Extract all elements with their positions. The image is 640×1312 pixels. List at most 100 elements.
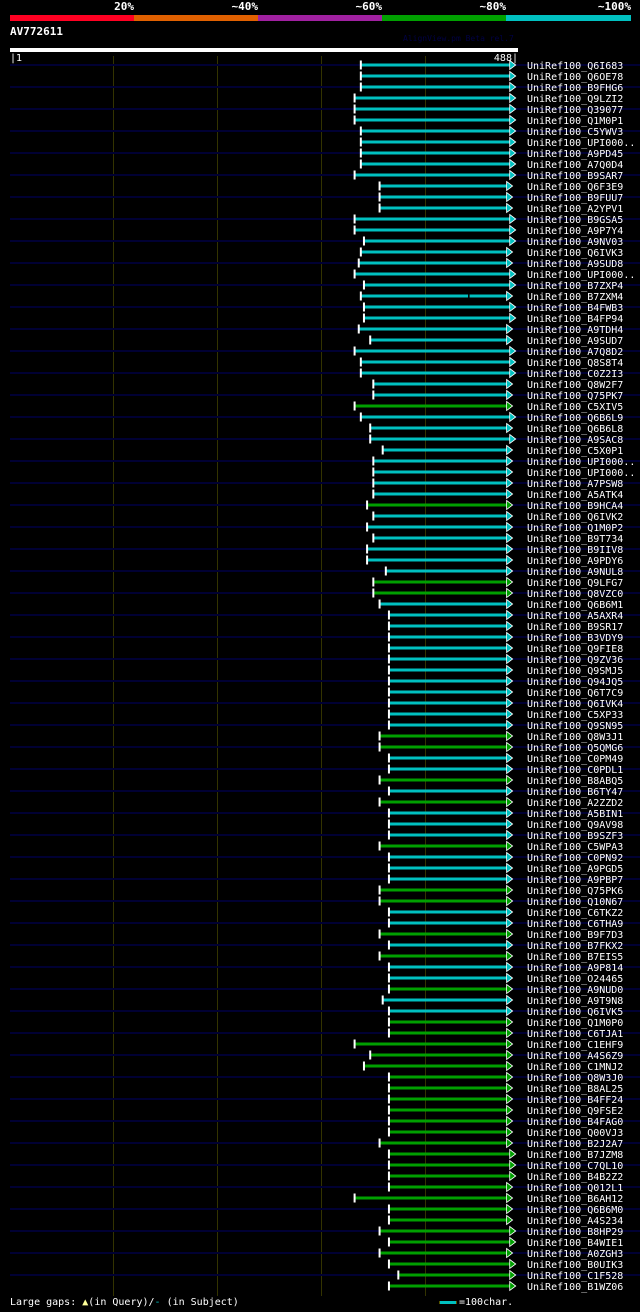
hit-bar <box>388 1262 510 1266</box>
hit-end-arrow <box>506 180 514 192</box>
hit-label: UniRef100_A5ATK4 <box>527 490 623 501</box>
hit-end-arrow <box>506 675 514 687</box>
hit-end-arrow <box>506 609 514 621</box>
hit-bar <box>388 1009 507 1013</box>
hit-bar <box>379 932 507 936</box>
hit-end-arrow <box>506 510 514 522</box>
hit-label: UniRef100_Q012L1 <box>527 1183 623 1194</box>
hit-bar <box>367 503 507 507</box>
hit-end-arrow <box>509 235 517 247</box>
hit-start-tick <box>387 786 390 796</box>
hit-end-arrow <box>506 664 514 676</box>
hit-end-arrow <box>509 1170 517 1182</box>
hit-bar <box>388 1284 510 1288</box>
hit-start-tick <box>381 995 384 1005</box>
hit-bar <box>360 85 510 89</box>
hit-end-arrow <box>509 312 517 324</box>
hit-start-tick <box>362 313 365 323</box>
hit-end-arrow <box>506 1104 514 1116</box>
hit-start-tick <box>372 456 375 466</box>
hit-label: UniRef100_C5WPA3 <box>527 842 623 853</box>
hit-end-arrow <box>506 587 514 599</box>
hit-end-arrow <box>506 763 514 775</box>
hit-bar <box>379 734 507 738</box>
hit-start-tick <box>387 1028 390 1038</box>
hit-label: UniRef100_C5XIV5 <box>527 402 623 413</box>
hit-start-tick <box>387 654 390 664</box>
hit-bar <box>388 1020 507 1024</box>
hit-start-tick <box>387 1171 390 1181</box>
hit-bar <box>379 1251 507 1255</box>
hit-label: UniRef100_UPI000.. <box>527 270 635 281</box>
hit-label: UniRef100_B9SAR7 <box>527 171 623 182</box>
hit-label: UniRef100_Q6IVK2 <box>527 512 623 523</box>
hit-label: UniRef100_B9FHG6 <box>527 83 623 94</box>
hit-end-arrow <box>506 950 514 962</box>
hit-label: UniRef100_C0PN92 <box>527 853 623 864</box>
hit-label: UniRef100_Q6OE78 <box>527 72 623 83</box>
hit-end-arrow <box>506 928 514 940</box>
hit-label: UniRef100_A9PD45 <box>527 149 623 160</box>
hit-start-tick <box>359 126 362 136</box>
hit-bar <box>354 1196 507 1200</box>
hit-label: UniRef100_Q6F3E9 <box>527 182 623 193</box>
hit-label: UniRef100_A2ZZD2 <box>527 798 623 809</box>
hit-start-tick <box>387 808 390 818</box>
hit-end-arrow <box>509 125 517 137</box>
hit-label: UniRef100_A7PSW8 <box>527 479 623 490</box>
hit-bar <box>367 525 507 529</box>
hit-label: UniRef100_B4FWB3 <box>527 303 623 314</box>
hit-end-arrow <box>506 521 514 533</box>
hit-label: UniRef100_Q75PK6 <box>527 886 623 897</box>
hit-start-tick <box>378 599 381 609</box>
hit-start-tick <box>387 1006 390 1016</box>
hit-end-arrow <box>506 631 514 643</box>
hit-start-tick <box>372 390 375 400</box>
hit-bar <box>363 283 510 287</box>
hit-start-tick <box>366 555 369 565</box>
hit-start-tick <box>359 159 362 169</box>
hit-bar <box>354 272 510 276</box>
hit-bar <box>354 107 510 111</box>
hit-start-tick <box>387 1094 390 1104</box>
hit-bar <box>388 613 507 617</box>
hit-bar <box>388 1130 507 1134</box>
hit-start-tick <box>387 687 390 697</box>
hit-bar <box>360 74 510 78</box>
hit-end-arrow <box>506 554 514 566</box>
hit-label: UniRef100_B4FF24 <box>527 1095 623 1106</box>
hit-label: UniRef100_Q1M0P0 <box>527 1018 623 1029</box>
hit-bar <box>385 569 507 573</box>
hit-end-arrow <box>509 147 517 159</box>
hit-bar <box>388 756 507 760</box>
hit-start-tick <box>359 82 362 92</box>
hit-end-arrow <box>506 1038 514 1050</box>
hit-end-arrow <box>506 972 514 984</box>
hit-bar <box>388 1119 507 1123</box>
hit-label: UniRef100_B4B2Z2 <box>527 1172 623 1183</box>
query-gap-text: (in Query)/ <box>88 1297 155 1308</box>
hit-start-tick <box>387 1160 390 1170</box>
hit-bar <box>354 217 510 221</box>
hit-end-arrow <box>509 92 517 104</box>
hit-end-arrow <box>506 455 514 467</box>
hit-end-arrow <box>506 565 514 577</box>
hit-bar <box>367 547 507 551</box>
hit-label: UniRef100_Q5QMG6 <box>527 743 623 754</box>
hit-end-arrow <box>506 389 514 401</box>
hit-end-arrow <box>506 1071 514 1083</box>
hit-label: UniRef100_A9PGD5 <box>527 864 623 875</box>
scale-bar <box>439 1301 457 1304</box>
hit-label: UniRef100_Q1M0P2 <box>527 523 623 534</box>
hit-bar <box>373 536 507 540</box>
hit-label: UniRef100_O24465 <box>527 974 623 985</box>
hit-start-tick <box>359 368 362 378</box>
hit-bar <box>354 349 510 353</box>
hit-start-tick <box>387 874 390 884</box>
hit-label: UniRef100_C1F528 <box>527 1271 623 1282</box>
hit-label: UniRef100_C0PM49 <box>527 754 623 765</box>
hit-bar <box>360 129 510 133</box>
hit-end-arrow <box>506 697 514 709</box>
hit-start-tick <box>378 775 381 785</box>
hit-start-tick <box>381 445 384 455</box>
